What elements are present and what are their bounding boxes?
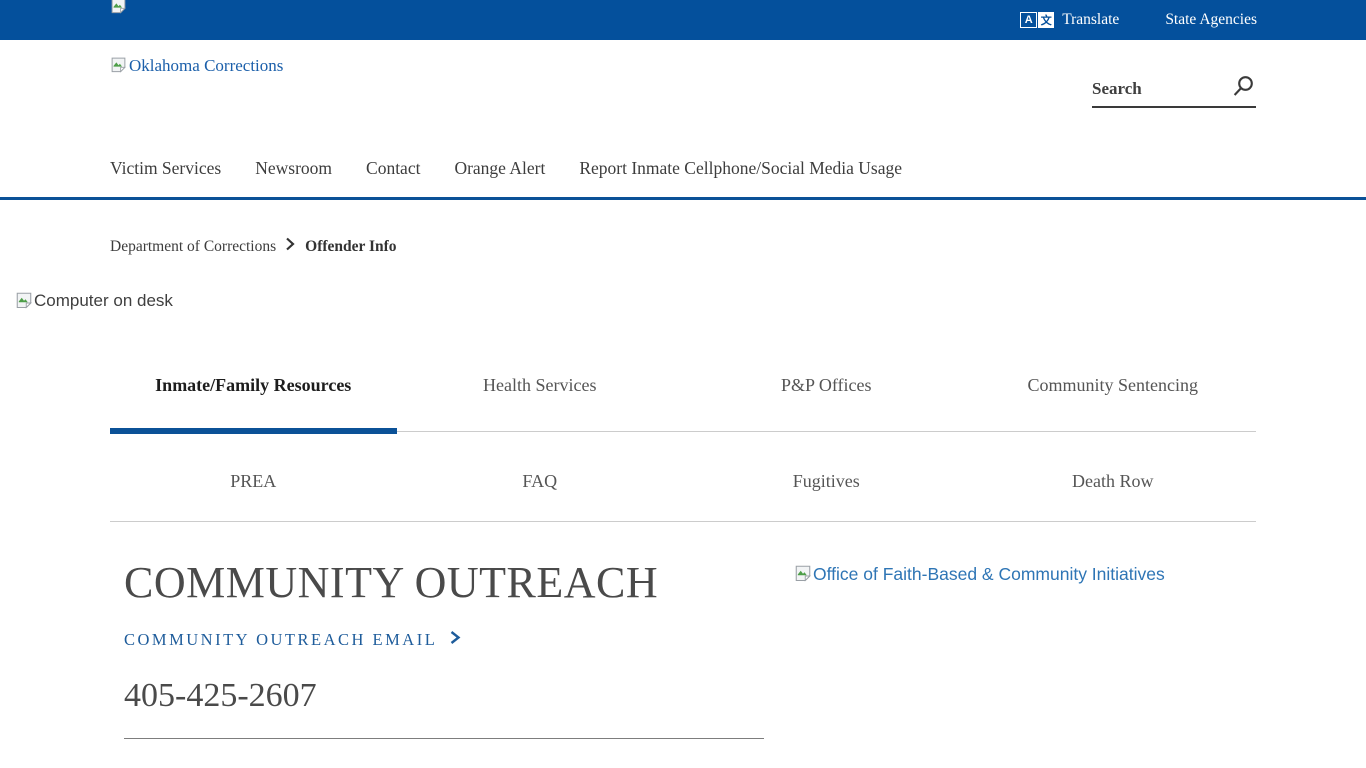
tab-row-primary: Inmate/Family Resources Health Services … [110,373,1256,432]
phone-number: 405-425-2607 [124,677,764,715]
breadcrumb-current: Offender Info [305,238,396,256]
search-input[interactable] [1092,79,1210,99]
logo-alt-text: Oklahoma Corrections [129,56,283,76]
nav-item-newsroom[interactable]: Newsroom [255,158,332,179]
chevron-right-icon [285,237,296,256]
breadcrumb: Department of Corrections Offender Info [110,237,397,256]
state-agencies-link[interactable]: State Agencies [1165,11,1257,29]
main-nav: Victim Services Newsroom Contact Orange … [110,158,902,179]
breadcrumb-parent-link[interactable]: Department of Corrections [110,238,276,256]
search-icon[interactable] [1230,74,1256,105]
broken-image-icon [15,291,33,314]
community-outreach-email-link[interactable]: COMMUNITY OUTREACH EMAIL [124,630,764,650]
tab-fugitives[interactable]: Fugitives [683,432,970,521]
tab-health-services[interactable]: Health Services [397,373,684,431]
tab-inmate-family-resources[interactable]: Inmate/Family Resources [110,373,397,431]
search-box [1092,72,1256,108]
tab-row-secondary: PREA FAQ Fugitives Death Row [110,432,1256,522]
divider [124,738,764,739]
nav-item-orange-alert[interactable]: Orange Alert [454,158,545,179]
nav-item-report-cellphone[interactable]: Report Inmate Cellphone/Social Media Usa… [579,158,902,179]
faith-based-image-alt-text: Office of Faith-Based & Community Initia… [813,564,1165,585]
translate-label: Translate [1062,11,1119,29]
nav-item-contact[interactable]: Contact [366,158,420,179]
translate-button[interactable]: A 文 Translate [1020,11,1119,29]
hero-image-placeholder: Computer on desk [15,291,173,314]
translate-icon: A 文 [1020,12,1054,28]
broken-image-icon [110,56,127,78]
content-right-column: Office of Faith-Based & Community Initia… [794,558,1165,739]
broken-image-icon[interactable] [110,0,127,19]
nav-item-victim-services[interactable]: Victim Services [110,158,221,179]
main-content: COMMUNITY OUTREACH COMMUNITY OUTREACH EM… [124,558,1256,739]
tab-death-row[interactable]: Death Row [970,432,1257,521]
logo-link[interactable]: Oklahoma Corrections [110,56,283,78]
section-tabs: Inmate/Family Resources Health Services … [110,373,1256,522]
topbar: A 文 Translate State Agencies [0,0,1366,40]
content-left-column: COMMUNITY OUTREACH COMMUNITY OUTREACH EM… [124,558,764,739]
faith-based-image-link[interactable]: Office of Faith-Based & Community Initia… [794,564,1165,587]
hero-image-alt-text: Computer on desk [34,291,173,311]
chevron-right-icon [449,630,461,650]
email-link-label: COMMUNITY OUTREACH EMAIL [124,630,437,650]
tab-pp-offices[interactable]: P&P Offices [683,373,970,431]
page-title: COMMUNITY OUTREACH [124,558,764,609]
state-agencies-label: State Agencies [1165,11,1257,29]
broken-image-icon [794,564,812,587]
tab-faq[interactable]: FAQ [397,432,684,521]
tab-prea[interactable]: PREA [110,432,397,521]
tab-community-sentencing[interactable]: Community Sentencing [970,373,1257,431]
